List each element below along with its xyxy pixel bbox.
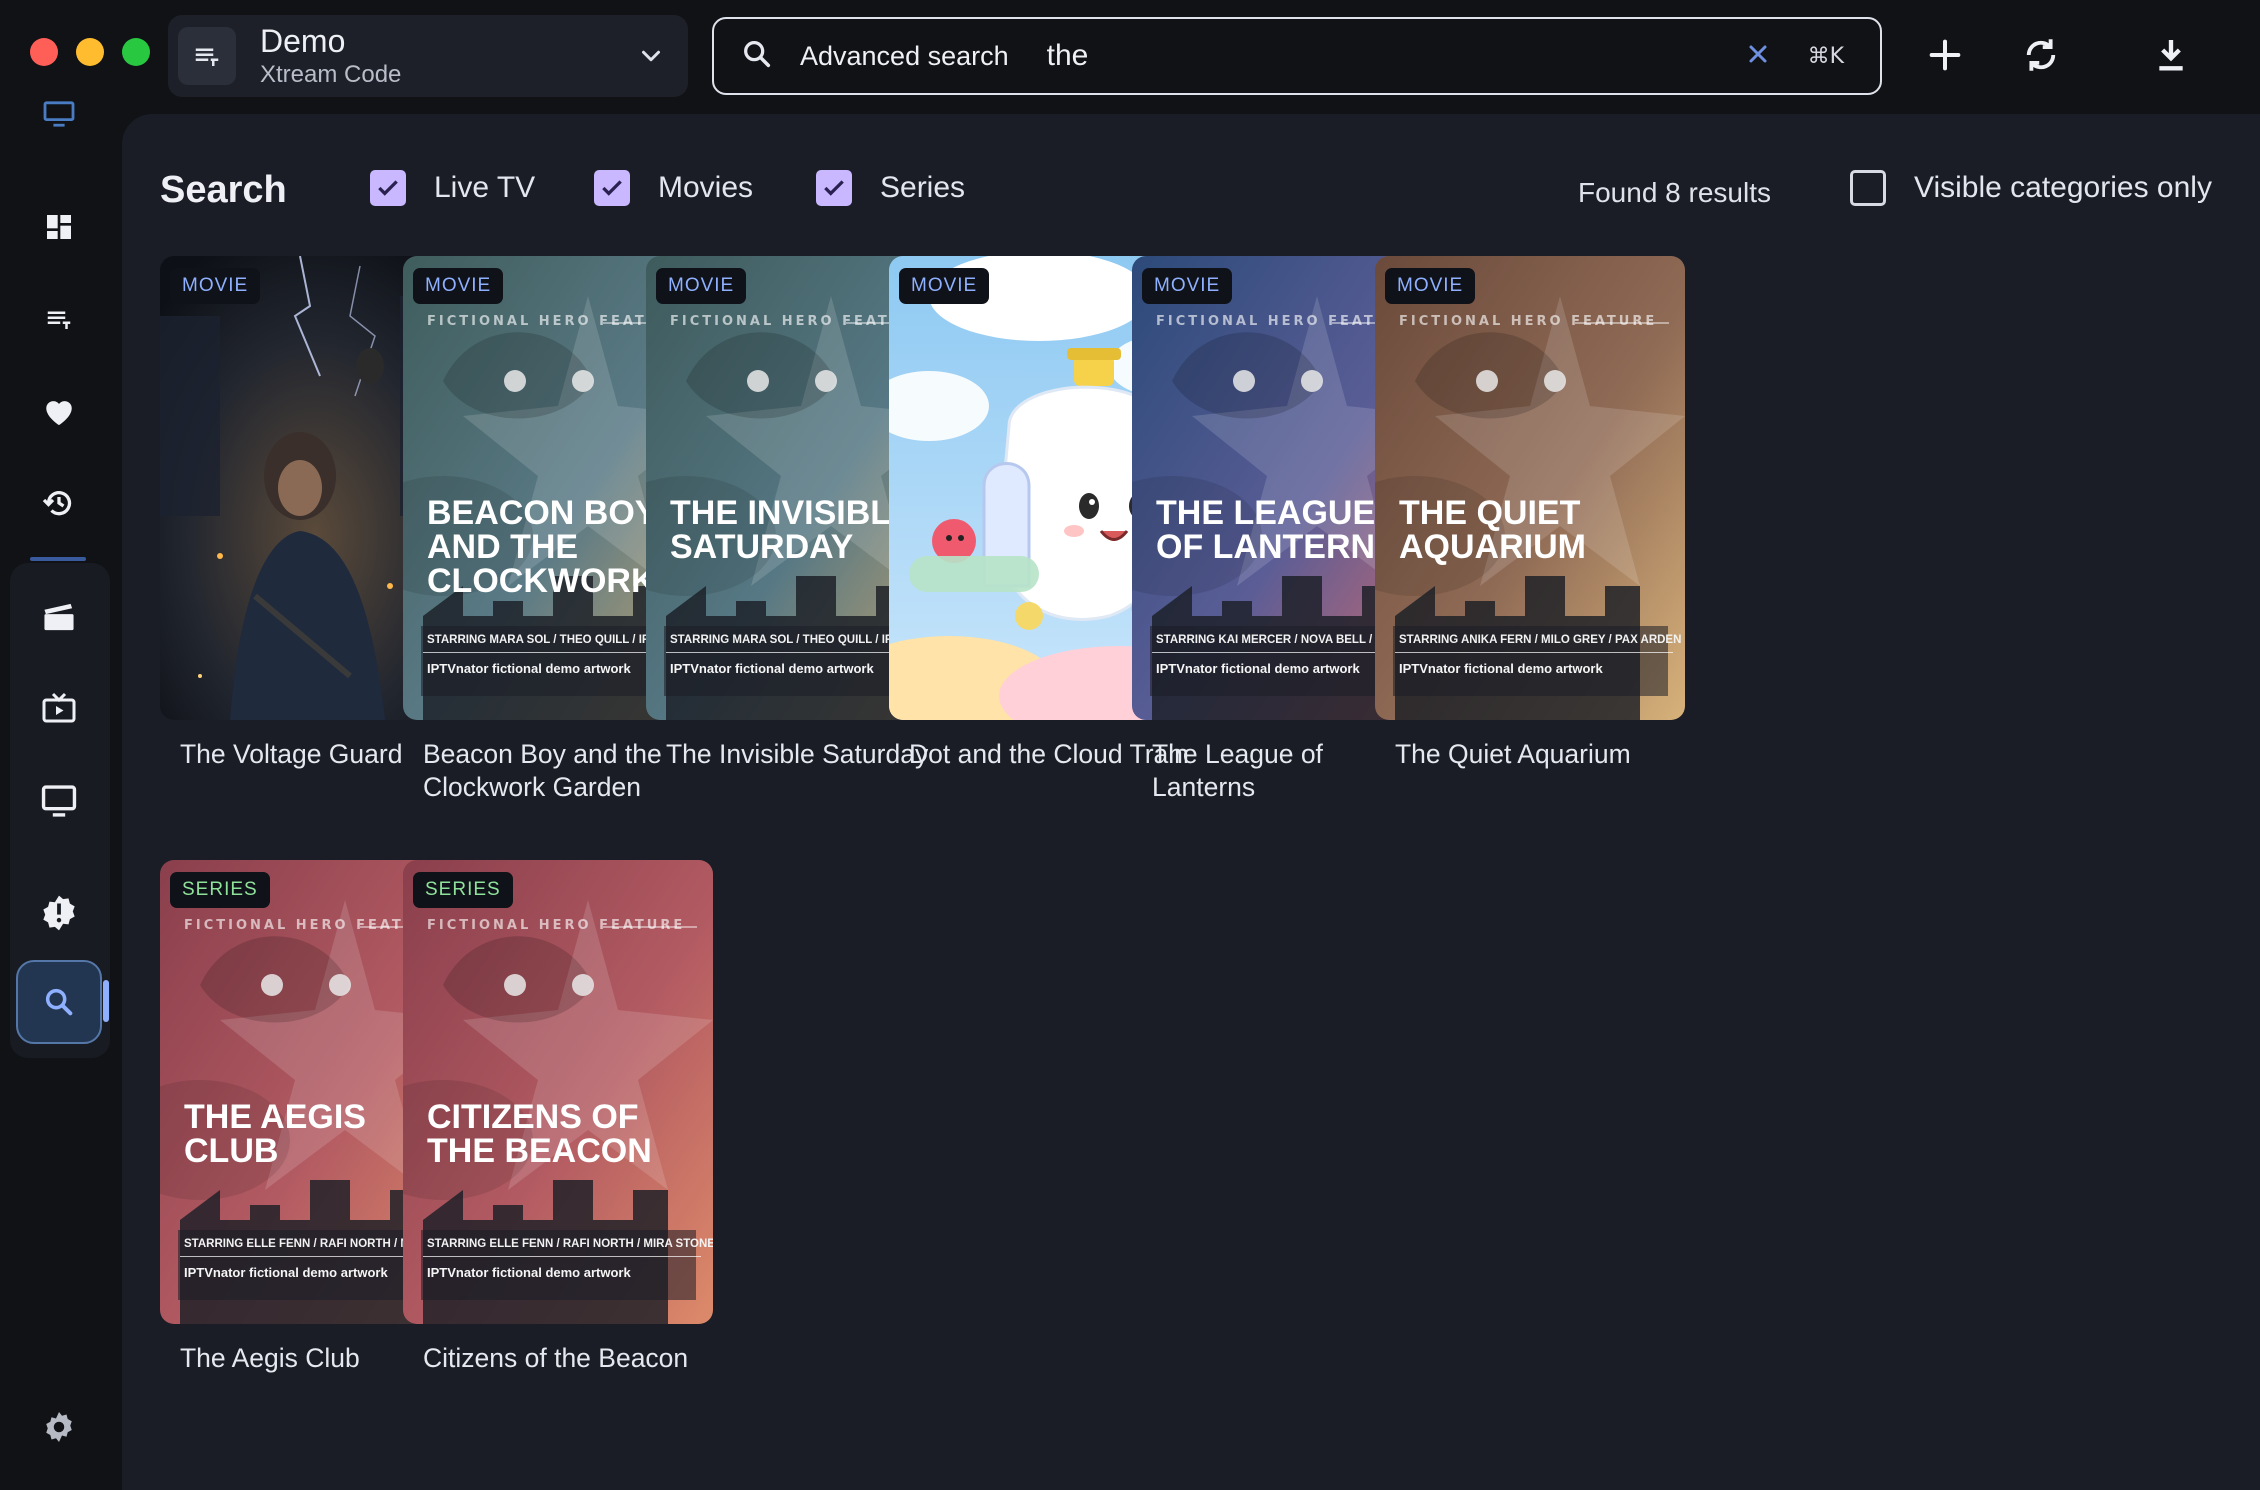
sidebar-item-alerts[interactable]	[28, 882, 90, 944]
poster-credits: STARRING ELLE FENN / RAFI NORTH / MIRA S…	[427, 1238, 713, 1250]
card-title[interactable]: The Quiet Aquarium	[1375, 738, 1685, 771]
poster[interactable]: MOVIE FICTIONAL HERO FEATURE THE QUIET A…	[1375, 256, 1685, 720]
playlist-type: Xtream Code	[260, 61, 402, 88]
sidebar-item-movies[interactable]	[28, 586, 90, 648]
poster-artwork-note: IPTVnator fictional demo artwork	[184, 1265, 388, 1280]
playlist-icon	[47, 311, 71, 329]
window-controls	[30, 38, 150, 66]
playlist-menu-icon	[178, 27, 236, 85]
live-tv-icon	[41, 785, 77, 817]
poster-credits: STARRING ANIKA FERN / MILO GREY / PAX AR…	[1399, 634, 1682, 646]
poster-credits-rule	[1395, 652, 1673, 653]
filter-label: Movies	[658, 171, 754, 204]
page-title: Search	[160, 169, 287, 211]
search-input[interactable]	[1046, 31, 1746, 81]
movies-checkbox[interactable]	[594, 170, 630, 206]
series-tv-icon	[42, 692, 76, 723]
download-button[interactable]	[2146, 30, 2196, 80]
type-badge: MOVIE	[656, 268, 747, 304]
keyboard-shortcut-hint: ⌘K	[1807, 43, 1844, 69]
type-badge: SERIES	[170, 872, 270, 908]
plus-icon	[1929, 39, 1961, 71]
poster-headline: CITIZENS OF THE BEACON	[427, 1098, 652, 1170]
playlist-selector[interactable]: Demo Xtream Code	[168, 15, 688, 97]
type-badge: MOVIE	[413, 268, 504, 304]
sidebar-item-monitor[interactable]	[28, 98, 90, 130]
poster-credits-rule	[423, 1256, 701, 1257]
sidebar-divider	[30, 557, 86, 561]
visible-categories-checkbox[interactable]	[1850, 170, 1886, 206]
dashboard-icon	[47, 215, 71, 239]
close-window-button[interactable]	[30, 38, 58, 66]
history-icon	[42, 491, 72, 516]
sidebar-item-series[interactable]	[28, 678, 90, 740]
poster-artwork-note: IPTVnator fictional demo artwork	[427, 1265, 631, 1280]
filter-live-tv[interactable]: Live TV	[370, 170, 535, 206]
result-card[interactable]: MOVIE FICTIONAL HERO FEATURE THE QUIET A…	[1375, 256, 1685, 771]
filter-label: Live TV	[434, 171, 536, 204]
monitor-icon	[43, 101, 75, 127]
series-checkbox[interactable]	[816, 170, 852, 206]
sidebar-item-live-tv[interactable]	[28, 770, 90, 832]
sidebar-active-indicator	[103, 980, 109, 1022]
search-bar: Advanced search ⌘K	[712, 17, 1882, 95]
filter-label: Series	[880, 171, 966, 204]
minimize-window-button[interactable]	[76, 38, 104, 66]
type-badge: MOVIE	[899, 268, 990, 304]
poster[interactable]: SERIES FICTIONAL HERO FEATURE CITIZENS O…	[403, 860, 713, 1324]
sidebar-item-playlist[interactable]	[28, 288, 90, 350]
search-icon	[740, 37, 774, 76]
filter-movies[interactable]: Movies	[594, 170, 753, 206]
playlist-name: Demo	[260, 23, 346, 59]
sidebar-item-settings[interactable]	[28, 1396, 90, 1458]
app-window: Demo Xtream Code Advanced search ⌘K	[0, 0, 2260, 1490]
refresh-icon	[2026, 39, 2056, 71]
advanced-search-label[interactable]: Advanced search	[800, 41, 1009, 72]
add-playlist-button[interactable]	[1920, 30, 1970, 80]
sidebar-item-history[interactable]	[28, 472, 90, 534]
check-icon	[602, 180, 622, 196]
clear-search-icon[interactable]	[1746, 42, 1770, 71]
search-icon	[45, 988, 73, 1016]
movie-clapper-icon	[44, 603, 74, 631]
poster-artwork-note: IPTVnator fictional demo artwork	[670, 661, 874, 676]
type-badge: MOVIE	[1385, 268, 1476, 304]
results-count: Found 8 results	[1578, 177, 1771, 208]
maximize-window-button[interactable]	[122, 38, 150, 66]
poster-artwork-note: IPTVnator fictional demo artwork	[1156, 661, 1360, 676]
chevron-down-icon	[636, 41, 666, 76]
sidebar-item-favorites[interactable]	[28, 380, 90, 442]
sidebar	[0, 98, 120, 1490]
visible-categories-label: Visible categories only	[1914, 171, 2212, 204]
visible-categories-toggle[interactable]: Visible categories only	[1850, 170, 2212, 206]
poster-headline: THE QUIET AQUARIUM	[1399, 494, 1586, 566]
settings-gear-icon	[46, 1412, 72, 1442]
sidebar-item-dashboard[interactable]	[28, 196, 90, 258]
type-badge: MOVIE	[1142, 268, 1233, 304]
check-icon	[824, 180, 844, 196]
poster-rule	[603, 926, 697, 928]
poster-rule	[1575, 322, 1669, 324]
type-badge: MOVIE	[170, 268, 261, 304]
heart-icon	[46, 401, 72, 426]
live-tv-checkbox[interactable]	[370, 170, 406, 206]
check-icon	[378, 180, 398, 196]
sidebar-item-search[interactable]	[16, 960, 102, 1044]
poster-artwork-note: IPTVnator fictional demo artwork	[427, 661, 631, 676]
poster-artwork-note: IPTVnator fictional demo artwork	[1399, 661, 1603, 676]
card-title[interactable]: Citizens of the Beacon	[403, 1342, 713, 1375]
filter-series[interactable]: Series	[816, 170, 965, 206]
download-icon	[2159, 40, 2183, 71]
main-content: Search Live TV Movies Series Found 8 res…	[122, 114, 2260, 1490]
refresh-button[interactable]	[2016, 30, 2066, 80]
result-card[interactable]: SERIES FICTIONAL HERO FEATURE CITIZENS O…	[403, 860, 713, 1375]
alert-badge-icon	[43, 895, 75, 931]
type-badge: SERIES	[413, 872, 513, 908]
